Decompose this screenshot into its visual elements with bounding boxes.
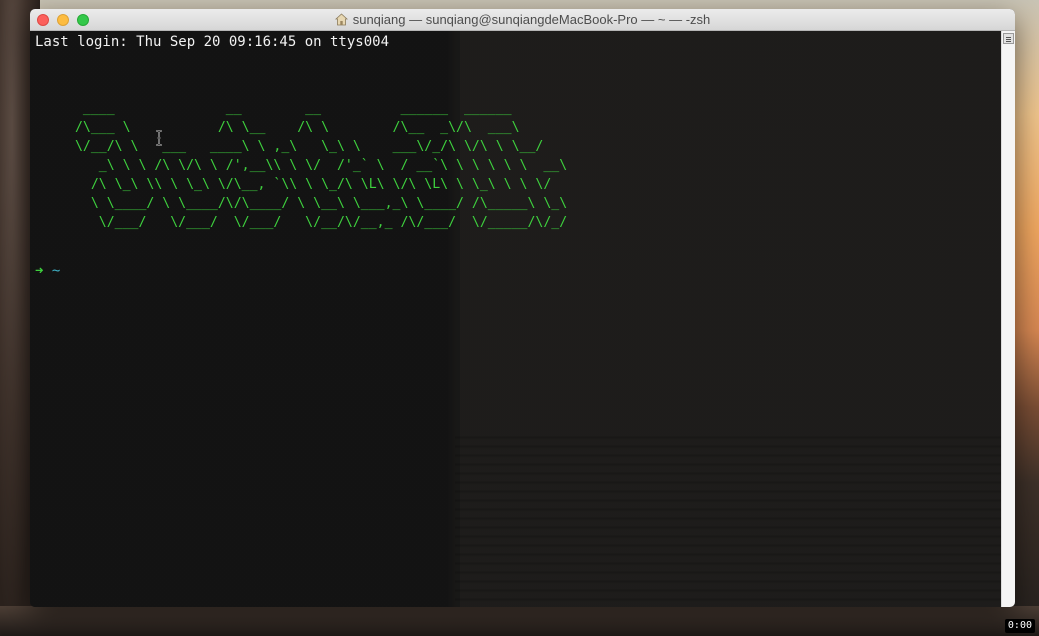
terminal-window: sunqiang — sunqiang@sunqiangdeMacBook-Pr… bbox=[30, 9, 1015, 607]
last-login-line: Last login: Thu Sep 20 09:16:45 on ttys0… bbox=[35, 34, 390, 50]
terminal-translucent-sea bbox=[455, 431, 1001, 607]
desktop-background-water bbox=[0, 606, 1039, 636]
home-icon bbox=[334, 13, 348, 26]
scrollbar-menu-icon[interactable] bbox=[1003, 33, 1014, 44]
shell-prompt[interactable]: ➜ ~ bbox=[35, 262, 60, 281]
ibeam-cursor-icon bbox=[156, 130, 162, 146]
terminal-content[interactable]: Last login: Thu Sep 20 09:16:45 on ttys0… bbox=[30, 31, 1001, 607]
prompt-arrow-icon: ➜ bbox=[35, 263, 44, 279]
recording-timer: 0:00 bbox=[1004, 619, 1035, 633]
window-title-wrapper: sunqiang — sunqiang@sunqiangdeMacBook-Pr… bbox=[30, 12, 1015, 27]
window-title: sunqiang — sunqiang@sunqiangdeMacBook-Pr… bbox=[352, 12, 711, 27]
vertical-scrollbar[interactable] bbox=[1001, 31, 1015, 607]
ascii-art-banner: ____ __ __ ______ ______ /\___ \ /\ \__ … bbox=[74, 101, 568, 230]
prompt-directory: ~ bbox=[51, 263, 61, 279]
title-bar[interactable]: sunqiang — sunqiang@sunqiangdeMacBook-Pr… bbox=[30, 9, 1015, 31]
